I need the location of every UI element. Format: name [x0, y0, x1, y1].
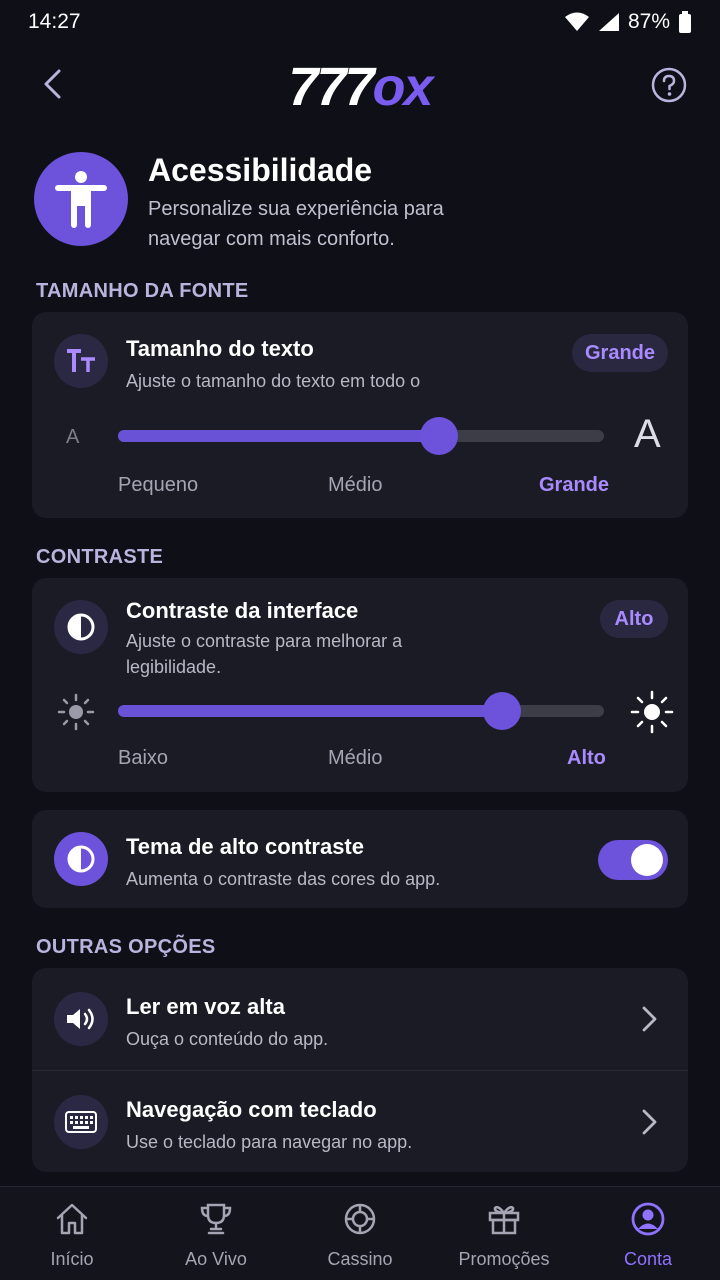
other-options-card: Ler em voz alta Ouça o conteúdo do app. … [32, 968, 688, 1172]
tab-label: Início [50, 1249, 94, 1269]
tab-label: Conta [623, 1249, 673, 1269]
help-button[interactable] [650, 66, 688, 104]
small-a-label: A [66, 426, 80, 448]
tab-label: Promoções [458, 1249, 550, 1269]
question-circle-icon [651, 67, 687, 103]
trophy-icon [200, 1203, 232, 1235]
chevron-right-icon [642, 1109, 657, 1135]
page-hero: Acessibilidade Personalize sua experiênc… [34, 150, 694, 250]
contrast-slider-fill [118, 705, 502, 717]
app-header: 777ox [0, 50, 720, 122]
signal-icon [598, 13, 619, 31]
tick-alto[interactable]: Alto [567, 747, 606, 770]
text-size-subtitle: Ajuste o tamanho do texto em todo o [126, 371, 421, 391]
section-label-contrast: CONTRASTE [36, 546, 164, 568]
keyboard-nav-subtitle: Use o teclado para navegar no app. [126, 1132, 413, 1152]
account-icon [631, 1202, 665, 1236]
text-size-title: Tamanho do texto [126, 336, 314, 361]
chevron-right-icon [642, 1006, 657, 1032]
contrast-title: Contraste da interface [126, 598, 359, 623]
contrast-icon [67, 613, 95, 641]
contrast-card: Contraste da interface Ajuste o contrast… [32, 578, 688, 792]
page-subtitle: Personalize sua experiência para navegar… [148, 198, 444, 250]
tab-inicio[interactable]: Início [0, 1187, 144, 1280]
contrast-icon-circle [54, 600, 108, 654]
logo-letters: ox [372, 57, 434, 117]
bottom-tab-bar: Início Ao Vivo Cassino Promoções Conta [0, 1186, 720, 1280]
gift-icon [488, 1205, 520, 1235]
status-time: 14:27 [28, 10, 81, 33]
logo-numbers: 777 [288, 57, 374, 117]
high-contrast-title: Tema de alto contraste [126, 834, 364, 859]
page-title: Acessibilidade [148, 152, 373, 188]
speaker-icon-circle [54, 992, 108, 1046]
contrast-icon [67, 845, 95, 873]
wifi-icon [564, 12, 589, 31]
toggle-knob [631, 844, 663, 876]
accessibility-person-icon [55, 171, 107, 228]
home-icon [56, 1203, 88, 1235]
option-read-aloud[interactable]: Ler em voz alta Ouça o conteúdo do app. [32, 968, 688, 1070]
section-label-other-options: OUTRAS OPÇÕES [36, 936, 216, 958]
large-a-label: A [634, 412, 661, 456]
contrast-value-badge: Alto [600, 600, 668, 638]
read-aloud-title: Ler em voz alta [126, 994, 285, 1019]
tick-medio[interactable]: Médio [328, 474, 382, 497]
keyboard-nav-title: Navegação com teclado [126, 1097, 377, 1122]
text-size-slider-fill [118, 430, 439, 442]
high-contrast-icon-circle [54, 832, 108, 886]
option-keyboard-navigation[interactable]: Navegação com teclado Use o teclado para… [32, 1071, 688, 1172]
text-size-slider-thumb[interactable] [420, 417, 458, 455]
sun-bright-icon [630, 690, 674, 734]
section-label-font-size: TAMANHO DA FONTE [36, 280, 249, 302]
tab-ao-vivo[interactable]: Ao Vivo [144, 1187, 288, 1280]
high-contrast-card[interactable]: Tema de alto contraste Aumenta o contras… [32, 810, 688, 908]
tick-pequeno[interactable]: Pequeno [118, 474, 198, 497]
tick-baixo[interactable]: Baixo [118, 747, 168, 770]
high-contrast-subtitle: Aumenta o contraste das cores do app. [126, 869, 441, 889]
tab-cassino[interactable]: Cassino [288, 1187, 432, 1280]
app-logo: 777ox [0, 56, 720, 118]
contrast-subtitle: Ajuste o contraste para melhorar a legib… [126, 631, 403, 677]
text-size-icon [67, 349, 95, 372]
tab-label: Ao Vivo [185, 1249, 247, 1269]
read-aloud-subtitle: Ouça o conteúdo do app. [126, 1029, 329, 1049]
font-size-card: Tamanho do texto Ajuste o tamanho do tex… [32, 312, 688, 518]
tab-label: Cassino [327, 1249, 393, 1269]
speaker-icon [67, 1008, 94, 1030]
tick-grande[interactable]: Grande [539, 474, 609, 497]
text-size-icon-circle [54, 334, 108, 388]
casino-chip-icon [344, 1203, 376, 1235]
accessibility-icon-badge [34, 152, 128, 246]
battery-percent: 87% [627, 10, 670, 33]
high-contrast-toggle[interactable] [598, 840, 668, 880]
text-size-value-badge: Grande [572, 334, 668, 372]
contrast-slider-thumb[interactable] [483, 692, 521, 730]
text-size-slider[interactable] [118, 417, 604, 455]
keyboard-icon [65, 1111, 97, 1133]
tab-conta[interactable]: Conta [576, 1187, 720, 1280]
keyboard-icon-circle [54, 1095, 108, 1149]
status-bar: 14:27 87% [0, 0, 720, 44]
sun-dim-icon [57, 693, 95, 731]
battery-icon [679, 11, 691, 33]
contrast-slider[interactable] [118, 692, 604, 730]
tick-medio-contrast[interactable]: Médio [328, 747, 382, 770]
tab-promocoes[interactable]: Promoções [432, 1187, 576, 1280]
